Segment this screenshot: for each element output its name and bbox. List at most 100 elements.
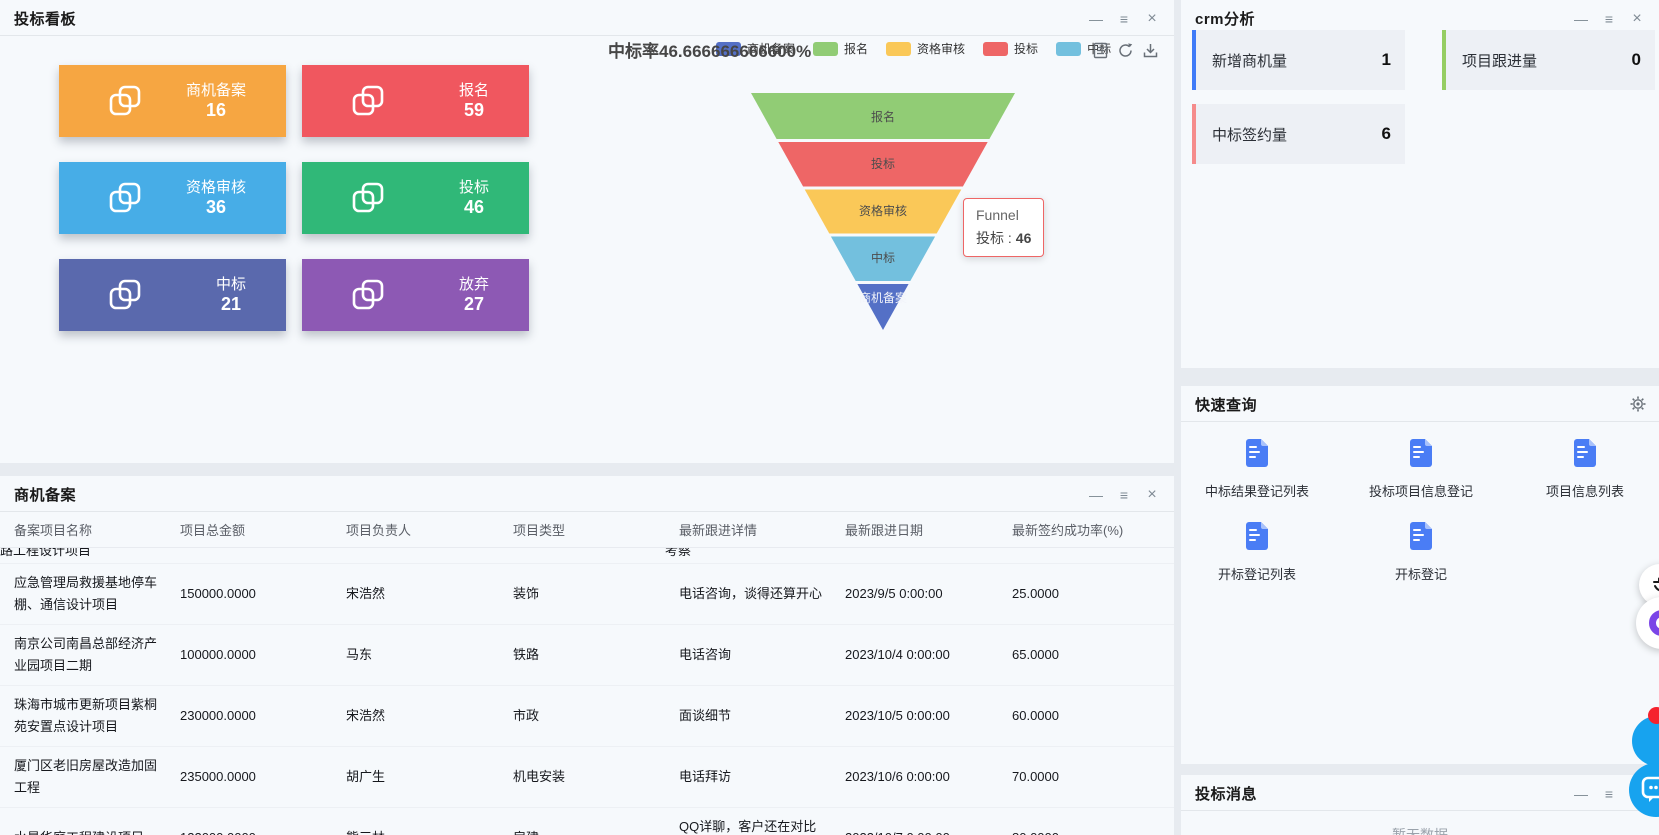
refresh-icon[interactable] bbox=[1117, 42, 1134, 59]
legend-item-zigeshenhe[interactable]: 资格审核 bbox=[886, 40, 965, 57]
tooltip-item-label: 投标 : bbox=[976, 230, 1012, 246]
legend-swatch bbox=[813, 42, 838, 56]
close-icon[interactable]: × bbox=[1629, 12, 1645, 26]
table-panel-title: 商机备案 bbox=[14, 484, 76, 505]
tooltip-item-value: 46 bbox=[1016, 230, 1032, 246]
quick-link-bid-project-info-reg[interactable]: 投标项目信息登记 bbox=[1336, 438, 1506, 500]
stat-card-value: 36 bbox=[186, 197, 246, 218]
stat-card-value: 59 bbox=[459, 100, 489, 121]
bidding-dashboard-panel: 投标看板 — ≡ × 商机备案16 报名59 资格审核36 投标46 中标21 bbox=[0, 0, 1174, 463]
table-panel-titlebar: 商机备案 — ≡ × bbox=[0, 476, 1174, 512]
table-header-row: 备案项目名称 项目总金额 项目负责人 项目类型 最新跟进详情 最新跟进日期 最新… bbox=[0, 512, 1174, 548]
menu-icon[interactable]: ≡ bbox=[1116, 488, 1132, 502]
copy-document-icon bbox=[107, 180, 143, 216]
quick-panel-title: 快速查询 bbox=[1195, 394, 1257, 415]
minimize-icon[interactable]: — bbox=[1088, 488, 1104, 502]
quick-link-bid-opening-reg[interactable]: 开标登记 bbox=[1336, 521, 1506, 583]
legend-swatch bbox=[983, 42, 1008, 56]
menu-icon[interactable]: ≡ bbox=[1601, 12, 1617, 26]
column-header: 项目总金额 bbox=[180, 512, 346, 547]
stat-card-label: 投标 bbox=[459, 178, 489, 197]
crm-card-project-followup[interactable]: 项目跟进量 0 bbox=[1442, 30, 1655, 90]
table-body: 路工程设计项目 考察 应急管理局救援基地停车棚、通信设计项目 150000.00… bbox=[0, 548, 1174, 835]
stat-card-fangqi[interactable]: 放弃27 bbox=[302, 259, 529, 331]
stat-card-value: 46 bbox=[459, 197, 489, 218]
quick-link-project-info-list[interactable]: 项目信息列表 bbox=[1500, 438, 1659, 500]
stat-card-zhongbiao[interactable]: 中标21 bbox=[59, 259, 286, 331]
copy-document-icon bbox=[350, 277, 386, 313]
bidding-panel-title: 投标看板 bbox=[14, 8, 76, 29]
stat-card-toubiao[interactable]: 投标46 bbox=[302, 162, 529, 234]
tooltip-series-name: Funnel bbox=[976, 207, 1031, 223]
stat-card-value: 21 bbox=[216, 294, 246, 315]
funnel-label: 报名 bbox=[871, 109, 895, 124]
stat-card-label: 放弃 bbox=[459, 275, 489, 294]
legend-swatch bbox=[1056, 42, 1081, 56]
download-icon[interactable] bbox=[1142, 42, 1159, 59]
document-icon bbox=[1408, 438, 1434, 468]
stat-card-baoming[interactable]: 报名59 bbox=[302, 65, 529, 137]
copy-document-icon bbox=[350, 83, 386, 119]
legend-item-toubiao[interactable]: 投标 bbox=[983, 40, 1038, 57]
funnel-label: 投标 bbox=[871, 156, 895, 171]
quick-link-bid-opening-list[interactable]: 开标登记列表 bbox=[1172, 521, 1342, 583]
table-row[interactable]: 珠海市城市更新项目紫桐苑安置点设计项目 230000.0000 宋浩然 市政 面… bbox=[0, 686, 1174, 747]
document-icon bbox=[1244, 438, 1270, 468]
stat-card-value: 27 bbox=[459, 294, 489, 315]
stat-card-value: 16 bbox=[186, 100, 246, 121]
menu-icon[interactable]: ≡ bbox=[1601, 787, 1617, 801]
bid-message-panel: 投标消息 — ≡ × 暂无数据 bbox=[1181, 775, 1659, 835]
crm-card-won-contracts[interactable]: 中标签约量 6 bbox=[1192, 104, 1405, 164]
crm-analysis-panel: crm分析 — ≡ × 新增商机量 1 项目跟进量 0 中标签约量 6 bbox=[1181, 0, 1659, 368]
document-icon bbox=[1244, 521, 1270, 551]
minimize-icon[interactable]: — bbox=[1573, 787, 1589, 801]
bidding-panel-titlebar: 投标看板 — ≡ × bbox=[0, 0, 1174, 36]
close-icon[interactable]: × bbox=[1144, 12, 1160, 26]
data-view-icon[interactable] bbox=[1092, 42, 1109, 59]
stat-card-label: 报名 bbox=[459, 81, 489, 100]
stat-card-shangjibeian[interactable]: 商机备案16 bbox=[59, 65, 286, 137]
stat-card-zigeshenhe[interactable]: 资格审核36 bbox=[59, 162, 286, 234]
column-header: 项目类型 bbox=[513, 512, 679, 547]
funnel-label: 商机备案 bbox=[859, 290, 907, 305]
copy-document-icon bbox=[107, 83, 143, 119]
column-header: 最新签约成功率(%) bbox=[1012, 512, 1174, 547]
document-icon bbox=[1408, 521, 1434, 551]
quick-panel-titlebar: 快速查询 bbox=[1181, 386, 1659, 422]
quick-query-panel: 快速查询 中标结果登记列表 投标项目信息登记 项目信息列表 开标登记列表 开标登… bbox=[1181, 386, 1659, 764]
table-row[interactable]: 路工程设计项目 考察 bbox=[0, 548, 1174, 564]
close-icon[interactable]: × bbox=[1144, 488, 1160, 502]
funnel-label: 中标 bbox=[871, 250, 895, 265]
menu-icon[interactable]: ≡ bbox=[1116, 12, 1132, 26]
table-row[interactable]: 厦门区老旧房屋改造加固工程 235000.0000 胡广生 机电安装 电话拜访 … bbox=[0, 747, 1174, 808]
notification-badge bbox=[1648, 707, 1659, 724]
legend-item-baoming[interactable]: 报名 bbox=[813, 40, 868, 57]
copy-document-icon bbox=[350, 180, 386, 216]
funnel-label: 资格审核 bbox=[859, 203, 907, 218]
funnel-chart-title: 中标率46.666666666600% bbox=[608, 37, 811, 62]
minimize-icon[interactable]: — bbox=[1573, 12, 1589, 26]
stat-card-label: 商机备案 bbox=[186, 81, 246, 100]
minimize-icon[interactable]: — bbox=[1088, 12, 1104, 26]
glyph-icon bbox=[1651, 576, 1659, 594]
stat-card-label: 资格审核 bbox=[186, 178, 246, 197]
gear-icon[interactable] bbox=[1630, 396, 1646, 412]
crm-card-new-opportunities[interactable]: 新增商机量 1 bbox=[1192, 30, 1405, 90]
table-row[interactable]: 应急管理局救援基地停车棚、通信设计项目 150000.0000 宋浩然 装饰 电… bbox=[0, 564, 1174, 625]
msg-panel-title: 投标消息 bbox=[1195, 783, 1257, 804]
quick-link-win-result-list[interactable]: 中标结果登记列表 bbox=[1172, 438, 1342, 500]
table-row[interactable]: 南京公司南昌总部经济产业园项目二期 100000.0000 马东 铁路 电话咨询… bbox=[0, 625, 1174, 686]
opportunity-table-panel: 商机备案 — ≡ × 备案项目名称 项目总金额 项目负责人 项目类型 最新跟进详… bbox=[0, 476, 1174, 835]
document-icon bbox=[1572, 438, 1598, 468]
stat-card-label: 中标 bbox=[216, 275, 246, 294]
chat-bubble-icon bbox=[1641, 776, 1659, 804]
column-header: 备案项目名称 bbox=[14, 512, 180, 547]
legend-swatch bbox=[886, 42, 911, 56]
purple-ring-icon bbox=[1649, 610, 1659, 636]
table-row[interactable]: 水景华庭工程建设项目 122000.0000 熊三林 房建 QQ详聊，客户还在对… bbox=[0, 808, 1174, 835]
column-header: 最新跟进日期 bbox=[845, 512, 1012, 547]
msg-panel-titlebar: 投标消息 — ≡ × bbox=[1181, 775, 1659, 811]
chart-tooltip: Funnel 投标 :46 bbox=[963, 198, 1044, 257]
copy-document-icon bbox=[107, 277, 143, 313]
column-header: 项目负责人 bbox=[346, 512, 513, 547]
